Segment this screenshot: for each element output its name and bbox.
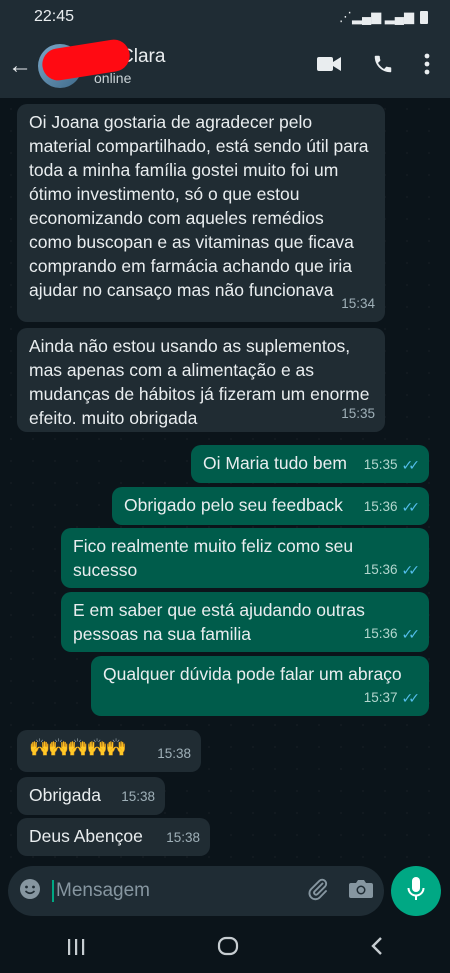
double-check-icon: ✓✓ — [401, 499, 421, 515]
input-actions — [306, 877, 374, 906]
message-meta: 15:38 — [166, 826, 200, 850]
status-icons: ⋰▂▄▆ ▂▄▆ — [339, 9, 428, 25]
message-bubble[interactable]: Obrigado pelo seu feedback 15:36 ✓✓ — [112, 487, 429, 525]
message-meta: 15:38 — [157, 742, 191, 766]
signal-icon: ⋰▂▄▆ ▂▄▆ — [338, 9, 414, 24]
chat-header: ← Clara online — [0, 34, 450, 98]
message-time: 15:38 — [166, 830, 200, 845]
message-bubble[interactable]: Deus Abençoe 15:38 — [17, 818, 210, 856]
message-bubble[interactable]: Qualquer dúvida pode falar um abraço 15:… — [91, 656, 429, 716]
video-call-icon[interactable] — [316, 55, 342, 78]
recent-apps-icon[interactable] — [66, 935, 86, 963]
battery-icon — [420, 10, 428, 24]
message-time: 15:38 — [121, 789, 155, 804]
message-bubble[interactable]: Ainda não estou usando as suplementos, m… — [17, 328, 385, 432]
double-check-icon: ✓✓ — [401, 562, 421, 578]
system-nav-bar — [0, 925, 450, 973]
camera-icon[interactable] — [348, 878, 374, 905]
mic-icon — [407, 876, 425, 907]
message-meta: 15:37 ✓✓ — [363, 686, 421, 710]
message-time: 15:38 — [157, 746, 191, 761]
message-text: Qualquer dúvida pode falar um abraço — [103, 664, 402, 684]
message-meta: 15:35 — [341, 402, 375, 426]
emoji-icon[interactable] — [18, 877, 42, 906]
message-bubble[interactable]: 🙌🙌🙌🙌🙌 15:38 — [17, 730, 201, 772]
message-input-bar: Mensagem — [8, 866, 384, 916]
message-time: 15:36 — [363, 562, 398, 577]
mic-button[interactable] — [391, 866, 441, 916]
status-time: 22:45 — [34, 8, 75, 25]
message-meta: 15:38 — [121, 785, 155, 809]
back-nav-icon[interactable] — [370, 935, 384, 963]
more-vert-icon[interactable] — [424, 53, 430, 80]
message-time: 15:36 — [363, 499, 398, 514]
message-meta: 15:36 ✓✓ — [363, 495, 421, 519]
message-time: 15:34 — [341, 296, 375, 311]
attach-icon[interactable] — [306, 877, 330, 906]
message-time: 15:37 — [363, 690, 398, 705]
double-check-icon: ✓✓ — [401, 690, 421, 706]
chat-area[interactable]: Oi Joana gostaria de agradecer pelo mate… — [0, 98, 450, 858]
message-time: 15:35 — [363, 457, 398, 472]
message-time: 15:36 — [363, 626, 398, 641]
message-bubble[interactable]: Oi Maria tudo bem 15:35 ✓✓ — [191, 445, 429, 483]
status-bar: 22:45 ⋰▂▄▆ ▂▄▆ — [0, 0, 450, 34]
home-icon[interactable] — [217, 935, 239, 963]
message-bubble[interactable]: Obrigada 15:38 — [17, 777, 165, 815]
header-actions — [316, 53, 450, 80]
message-meta: 15:35 ✓✓ — [363, 453, 421, 477]
message-bubble[interactable]: Fico realmente muito feliz como seu suce… — [61, 528, 429, 588]
double-check-icon: ✓✓ — [401, 457, 421, 473]
message-bubble[interactable]: Oi Joana gostaria de agradecer pelo mate… — [17, 104, 385, 322]
arrow-back-icon[interactable]: ← — [2, 52, 38, 80]
message-bubble[interactable]: E em saber que está ajudando outras pess… — [61, 592, 429, 652]
message-time: 15:35 — [341, 406, 375, 421]
double-check-icon: ✓✓ — [401, 626, 421, 642]
message-meta: 15:34 — [341, 292, 375, 316]
message-text: Oi Joana gostaria de agradecer pelo mate… — [29, 112, 369, 300]
message-text: Ainda não estou usando as suplementos, m… — [29, 336, 370, 428]
message-input[interactable]: Mensagem — [52, 880, 150, 902]
message-meta: 15:36 ✓✓ — [363, 558, 421, 582]
phone-call-icon[interactable] — [372, 53, 394, 80]
message-meta: 15:36 ✓✓ — [363, 622, 421, 646]
